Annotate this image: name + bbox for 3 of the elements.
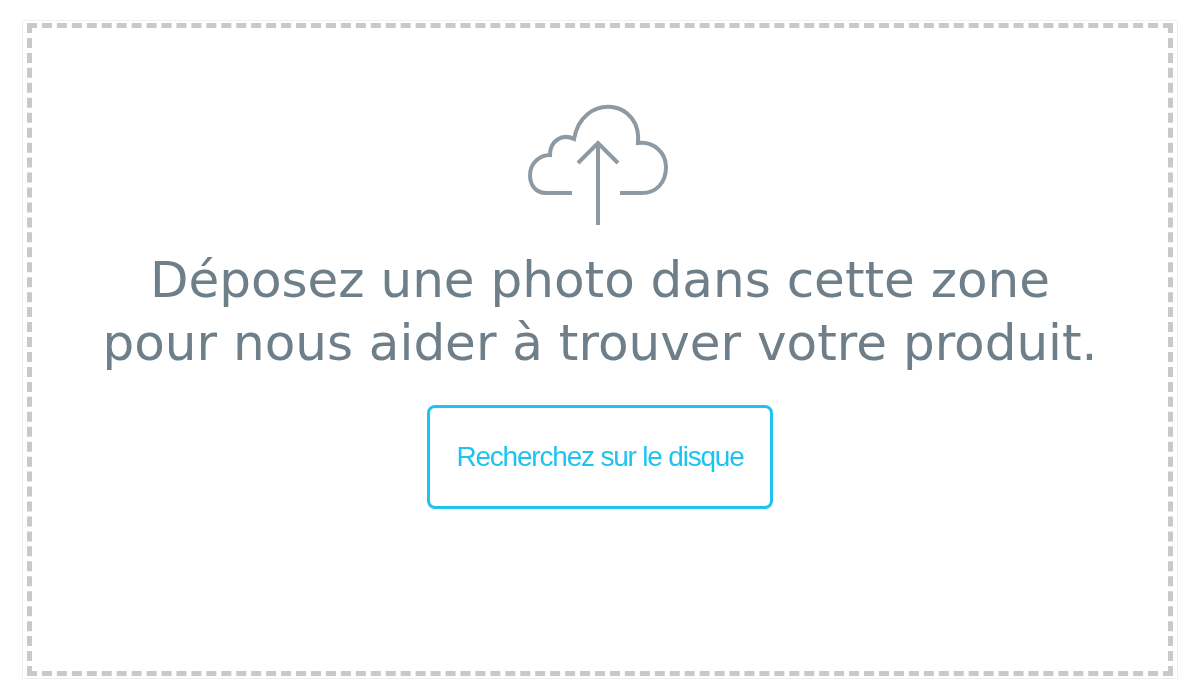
drop-zone[interactable]: Déposez une photo dans cette zone pour nous aider à trouver votre produit. Recherchez sur le disque xyxy=(27,23,1173,676)
drop-instructions: Déposez une photo dans cette zone pour nous aider à trouver votre produit. xyxy=(101,250,1099,374)
browse-button[interactable]: Recherchez sur le disque xyxy=(427,405,773,509)
